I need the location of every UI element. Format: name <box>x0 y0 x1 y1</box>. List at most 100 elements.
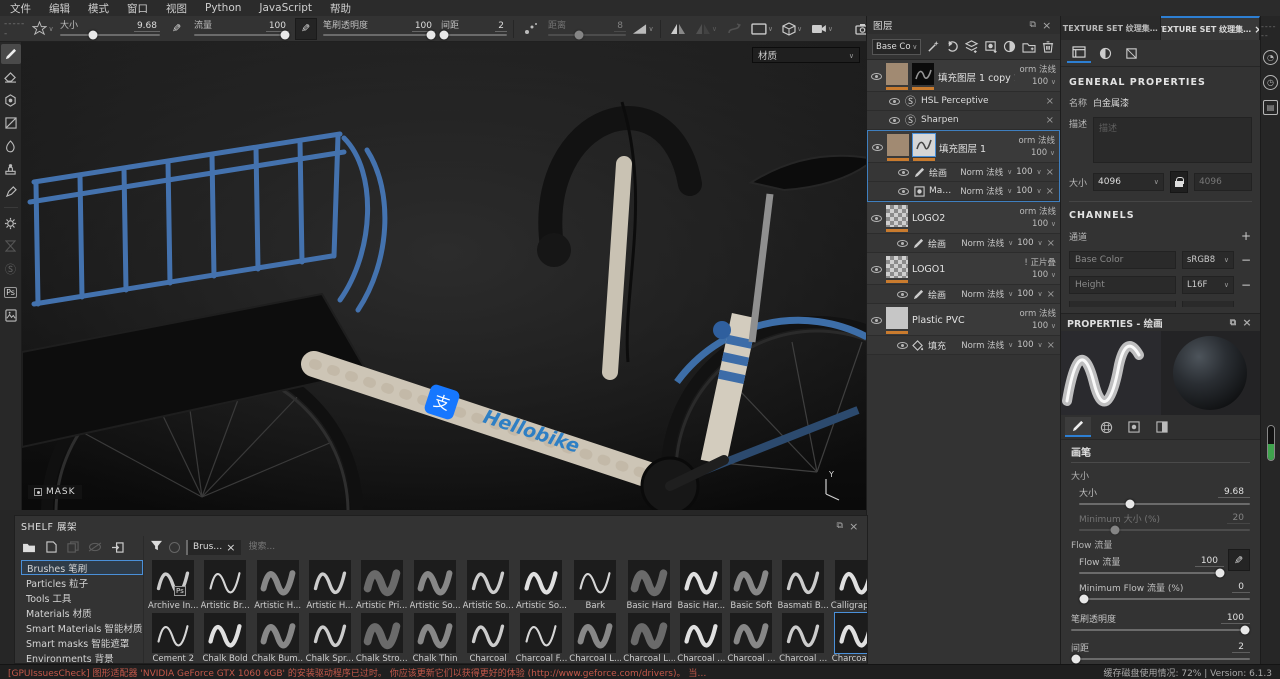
material-mode-dropdown[interactable]: 材质 <box>752 47 860 63</box>
brush-item[interactable]: Cement 2 <box>148 613 199 663</box>
visibility-eye-icon[interactable] <box>889 97 900 105</box>
toolbar-size-slider[interactable]: 大小 9.68 <box>60 21 160 39</box>
layer-blend-mode[interactable]: orm 法线 <box>1019 310 1056 319</box>
content-name[interactable]: Ma… <box>929 186 956 196</box>
brush-item[interactable]: Charcoal ... <box>677 613 725 663</box>
channel-name-field[interactable]: Height <box>1069 276 1176 294</box>
visibility-eye-icon[interactable] <box>871 266 882 273</box>
new-resource-icon[interactable] <box>43 540 59 554</box>
layer-name[interactable]: LOGO2 <box>912 213 1015 224</box>
layer-opacity[interactable]: 100 <box>1032 77 1056 87</box>
brush-item[interactable]: Chalk Thin <box>410 613 461 663</box>
mask-thumbnail[interactable] <box>912 133 936 157</box>
distance-value[interactable]: 8 <box>614 21 626 32</box>
brush-opacity-value[interactable]: 100 <box>1220 613 1250 624</box>
shelf-category-item[interactable]: Tools 工具 <box>21 590 143 605</box>
polygon-fill-tool-icon[interactable] <box>1 113 21 133</box>
flow-value[interactable]: 100 <box>1194 556 1224 567</box>
layer-thumbnail[interactable] <box>886 63 908 85</box>
spacing-value[interactable]: 2 <box>1232 642 1250 653</box>
layer-row-selected[interactable]: 填充图层 1 orm 法线 100 <box>868 131 1059 163</box>
filter-funnel-icon[interactable] <box>150 540 163 554</box>
brush-item[interactable]: Basic Hard <box>623 560 675 612</box>
brush-item[interactable]: Charcoal L... <box>569 613 621 663</box>
log-panel-icon[interactable]: ▤ <box>1263 100 1278 115</box>
visibility-eye-icon[interactable] <box>897 341 908 349</box>
paint-tool-icon[interactable] <box>0 44 21 64</box>
remove-content-icon[interactable]: × <box>1046 186 1054 197</box>
layer-blend-mode[interactable]: orm 法线 <box>1019 66 1056 75</box>
menu-item[interactable]: 文件 <box>10 1 31 16</box>
layer-name[interactable]: LOGO1 <box>912 264 1020 275</box>
min-flow-value[interactable]: 0 <box>1232 582 1250 593</box>
content-blend-mode[interactable]: Norm 法线 <box>961 237 1004 249</box>
brush-item[interactable]: Basmati B... <box>777 560 829 612</box>
photoshop-export-icon[interactable]: Ps <box>1 282 21 302</box>
viewport-mode-icon[interactable] <box>751 19 773 39</box>
shelf-category-item[interactable]: Smart masks 智能遮罩 <box>21 635 143 650</box>
brush-item[interactable]: Charcoal ... <box>831 612 867 663</box>
content-opacity[interactable]: 100 <box>1017 238 1033 248</box>
mask-indicator[interactable]: MASK <box>28 485 82 499</box>
brush-item[interactable]: Bark <box>569 560 621 612</box>
layer-row[interactable]: 填充图层 1 copy 1 orm 法线 100 <box>867 60 1060 92</box>
float-panel-icon[interactable] <box>1226 317 1240 329</box>
layer-row[interactable]: LOGO2 orm 法线 100 <box>867 202 1060 234</box>
stencil-tab-icon[interactable] <box>1121 417 1147 437</box>
brush-item[interactable]: Charcoal L... <box>623 613 675 663</box>
content-name[interactable]: 填充 <box>928 339 957 352</box>
close-panel-icon[interactable] <box>1240 317 1254 329</box>
channel-format-dropdown[interactable]: L16F <box>1182 276 1234 294</box>
layer-opacity[interactable]: 100 <box>1032 270 1056 280</box>
brush-item[interactable]: Artistic So... <box>410 560 461 612</box>
falloff-icon[interactable] <box>632 19 654 39</box>
viewport-3d[interactable]: 支 Hellobike Y 材质 MASK <box>22 42 868 510</box>
layer-name[interactable]: Plastic PVC <box>912 315 1015 326</box>
adjustment-icon[interactable] <box>1003 38 1017 55</box>
texture-set-tab[interactable]: TEXTURE SET 纹理集… <box>1061 16 1161 40</box>
brush-item[interactable]: Charcoal F... <box>516 613 567 663</box>
stroke-preview-icon[interactable]: ------ <box>4 19 26 39</box>
brush-item[interactable]: Chalk Spr... <box>306 613 354 663</box>
menu-item[interactable]: 帮助 <box>330 1 351 16</box>
add-layer-icon[interactable] <box>964 38 979 55</box>
visibility-eye-icon[interactable] <box>872 144 883 151</box>
brush-item[interactable]: Charcoal <box>463 613 514 663</box>
min-size-value[interactable]: 20 <box>1226 513 1250 524</box>
magic-wand-icon[interactable] <box>926 38 940 55</box>
visibility-eye-icon[interactable] <box>898 168 909 176</box>
layer-row[interactable]: LOGO1 ! 正片叠 100 <box>867 253 1060 285</box>
camera-view-icon[interactable] <box>811 19 833 39</box>
toolbar-spacing-slider[interactable]: 间距 2 <box>439 21 507 39</box>
delete-layer-icon[interactable] <box>1041 38 1055 55</box>
remove-content-icon[interactable]: × <box>1047 340 1055 351</box>
size-pressure-icon[interactable] <box>166 19 188 39</box>
min-flow-slider[interactable]: Minimum Flow 流量 (%) 0 <box>1079 581 1250 604</box>
remove-effect-icon[interactable]: × <box>1046 115 1054 126</box>
scroll-thumb[interactable] <box>1267 444 1274 460</box>
symmetry-icon[interactable] <box>667 19 689 39</box>
layer-content-row[interactable]: 绘画 Norm 法线 100 × <box>867 285 1060 304</box>
visibility-eye-icon[interactable] <box>889 116 900 124</box>
brush-item[interactable]: Chalk Bold <box>201 613 250 663</box>
content-opacity[interactable]: 100 <box>1016 167 1032 177</box>
layer-blend-mode[interactable]: orm 法线 <box>1019 208 1056 217</box>
substance-icon[interactable]: Ⓢ <box>1 259 21 279</box>
gear-icon[interactable] <box>1 213 21 233</box>
uv-frame-icon[interactable] <box>1119 43 1143 63</box>
channel-name-field[interactable]: Base Color <box>1069 251 1176 269</box>
remove-content-icon[interactable]: × <box>1047 238 1055 249</box>
effect-name[interactable]: Sharpen <box>921 115 1041 125</box>
min-size-slider[interactable]: Minimum 大小 (%) 20 <box>1079 512 1250 535</box>
layer-effect-row[interactable]: Ⓢ Sharpen × <box>867 111 1060 130</box>
effect-name[interactable]: HSL Perceptive <box>921 96 1041 106</box>
remove-channel-button[interactable] <box>1240 278 1252 292</box>
image-resources-icon[interactable] <box>1 305 21 325</box>
size-value[interactable]: 9.68 <box>133 21 160 32</box>
texture-set-name-value[interactable]: 白金属漆 <box>1093 96 1129 109</box>
content-blend-mode[interactable]: Norm 法线 <box>961 288 1004 300</box>
remove-filter-icon[interactable] <box>226 541 235 554</box>
layer-opacity[interactable]: 100 <box>1032 219 1056 229</box>
remove-content-icon[interactable]: × <box>1047 289 1055 300</box>
brush-item[interactable]: Chalk Stro... <box>356 613 408 663</box>
